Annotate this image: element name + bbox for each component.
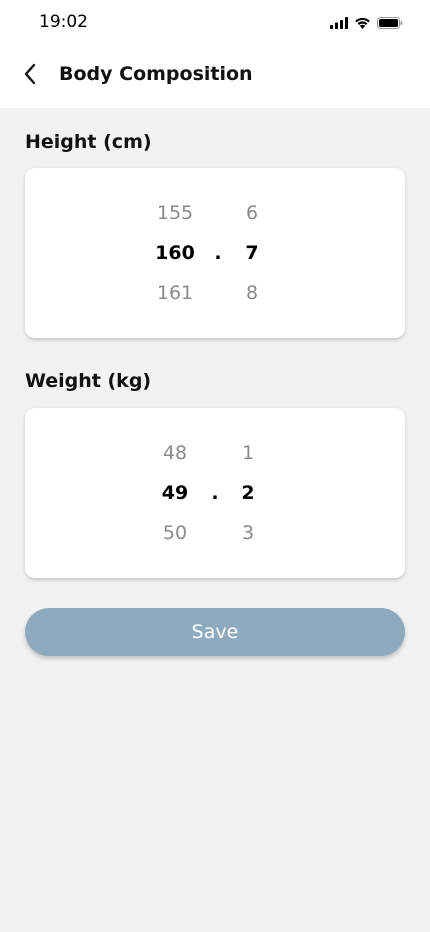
weight-integer-above[interactable]: 48: [145, 441, 205, 465]
save-button[interactable]: Save: [25, 608, 405, 656]
height-integer-below[interactable]: 161: [145, 281, 205, 305]
weight-decimal-below[interactable]: 3: [218, 521, 278, 545]
height-integer-above[interactable]: 155: [145, 201, 205, 225]
weight-label: Weight (kg): [25, 370, 152, 392]
height-picker[interactable]: 155 160 161 . 6 7 8: [25, 168, 405, 338]
status-bar: 19:02: [0, 0, 430, 48]
save-button-label: Save: [191, 621, 239, 643]
weight-decimal-above[interactable]: 1: [218, 441, 278, 465]
weight-decimal-selected[interactable]: 2: [218, 481, 278, 505]
cellular-signal-icon: [330, 14, 348, 33]
height-decimal-above[interactable]: 6: [222, 201, 282, 225]
height-integer-selected[interactable]: 160: [145, 241, 205, 265]
height-decimal-selected[interactable]: 7: [222, 241, 282, 265]
wifi-icon: [354, 14, 371, 33]
height-label: Height (cm): [25, 131, 152, 153]
back-button[interactable]: [16, 62, 44, 90]
weight-integer-below[interactable]: 50: [145, 521, 205, 545]
status-time: 19:02: [39, 12, 88, 32]
battery-icon: [377, 14, 403, 33]
chevron-left-icon: [23, 63, 37, 89]
status-icons: [330, 15, 403, 31]
weight-integer-selected[interactable]: 49: [145, 481, 205, 505]
weight-picker[interactable]: 48 49 50 . 1 2 3: [25, 408, 405, 578]
height-decimal-below[interactable]: 8: [222, 281, 282, 305]
page-title: Body Composition: [59, 63, 253, 85]
top-app-bar: Body Composition: [0, 48, 430, 108]
